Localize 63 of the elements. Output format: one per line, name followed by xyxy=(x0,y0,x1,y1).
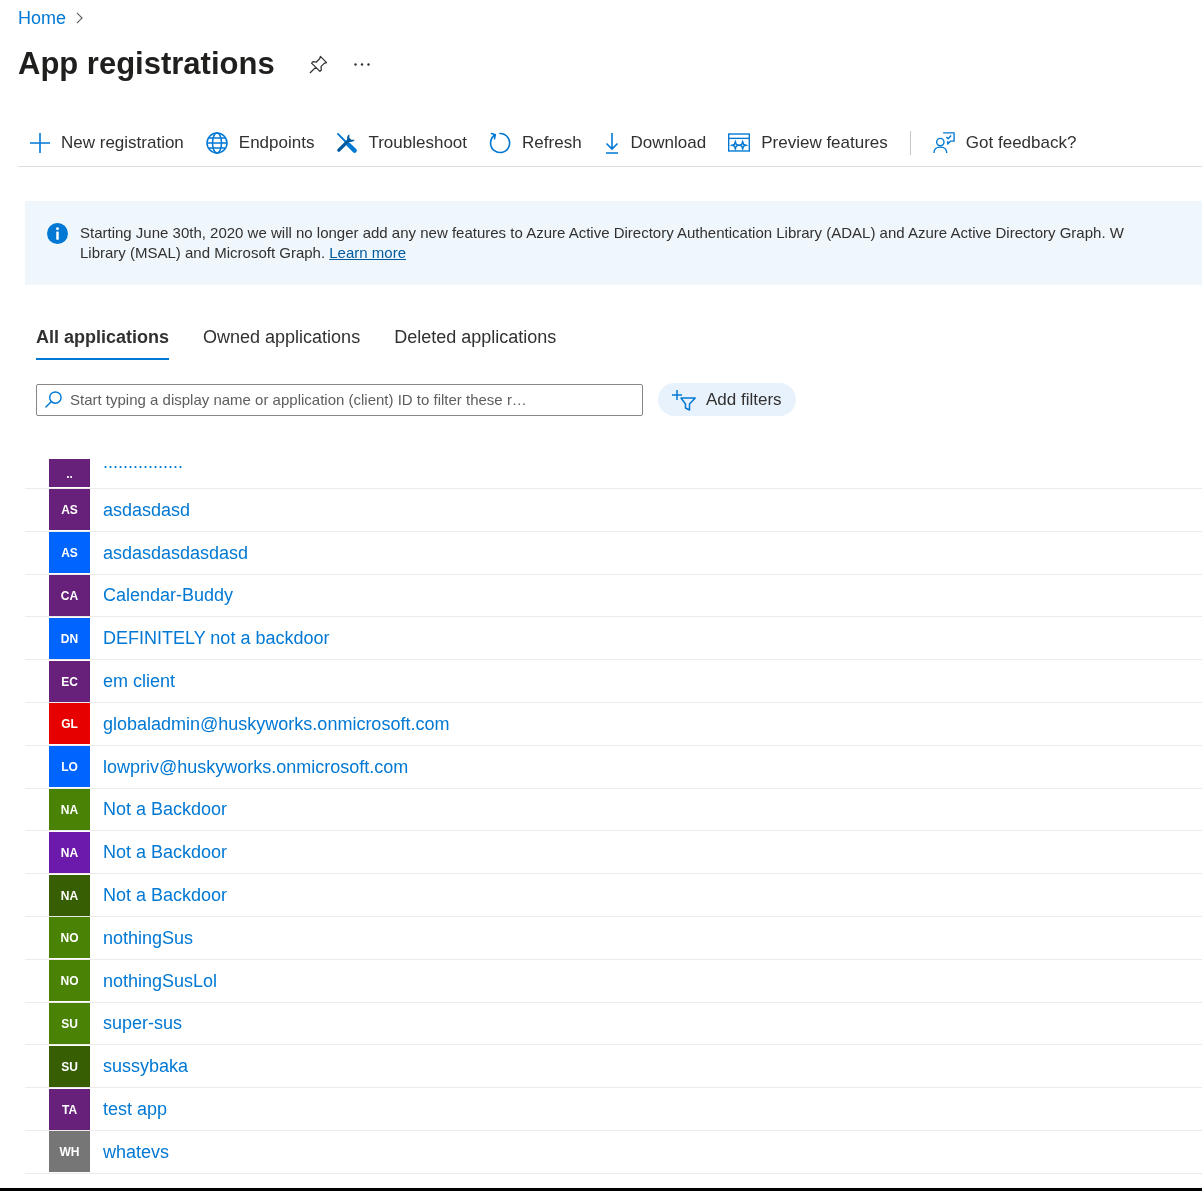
app-avatar: NO xyxy=(49,960,90,1002)
learn-more-link[interactable]: Learn more xyxy=(329,244,406,261)
troubleshoot-button[interactable]: Troubleshoot xyxy=(336,130,468,155)
page-title: App registrations xyxy=(18,45,275,83)
refresh-button[interactable]: Refresh xyxy=(489,130,582,155)
globe-icon xyxy=(205,131,228,154)
filter-plus-icon xyxy=(672,388,696,411)
app-avatar: NO xyxy=(49,917,90,959)
app-name-link[interactable]: nothingSusLol xyxy=(103,968,218,993)
breadcrumb-link[interactable]: Home xyxy=(18,7,66,29)
app-avatar: LO xyxy=(49,746,90,788)
person-chat-icon xyxy=(932,131,955,154)
app-name-link[interactable]: lowpriv@huskyworks.onmicrosoft.com xyxy=(103,754,409,779)
app-avatar: NA xyxy=(49,831,90,873)
app-name-link[interactable]: whatevs xyxy=(103,1139,170,1164)
app-avatar: EC xyxy=(49,660,90,702)
app-name-link[interactable]: globaladmin@huskyworks.onmicrosoft.com xyxy=(103,711,450,736)
app-avatar: AS xyxy=(49,489,90,531)
search-icon xyxy=(45,390,62,408)
app-avatar: .. xyxy=(49,459,90,487)
app-name-link[interactable]: Not a Backdoor xyxy=(103,797,228,822)
app-avatar: SU xyxy=(49,1002,90,1044)
search-field[interactable]: Start typing a display name or application (client) ID to filter these r… xyxy=(36,383,643,416)
app-name-link[interactable]: Not a Backdoor xyxy=(103,883,228,908)
app-avatar: SU xyxy=(49,1045,90,1087)
endpoints-button[interactable]: Endpoints xyxy=(205,130,315,155)
preview-features-button[interactable]: Preview features xyxy=(728,130,888,155)
app-avatar: CA xyxy=(49,575,90,616)
app-name-link[interactable]: nothingSus xyxy=(103,925,194,950)
download-button[interactable]: Download xyxy=(603,130,707,155)
app-avatar: NA xyxy=(49,788,90,830)
tab[interactable]: Owned applications xyxy=(203,315,361,360)
more-icon[interactable] xyxy=(353,62,370,66)
chevron-right-icon xyxy=(76,12,83,24)
add-filters-button[interactable]: Add filters xyxy=(658,383,796,416)
app-name-link[interactable]: super-sus xyxy=(103,1011,183,1036)
window-sparkle-icon xyxy=(728,133,751,152)
app-name-link[interactable]: DEFINITELY not a backdoor xyxy=(103,626,330,651)
app-avatar: NA xyxy=(49,874,90,916)
download-icon xyxy=(603,131,620,154)
app-avatar: WH xyxy=(49,1131,90,1173)
tab[interactable]: All applications xyxy=(36,315,170,360)
app-name-link[interactable]: em client xyxy=(103,669,176,694)
tools-icon xyxy=(336,132,358,153)
app-avatar: DN xyxy=(49,617,90,659)
app-name-link[interactable]: test app xyxy=(103,1097,168,1122)
app-avatar: AS xyxy=(49,532,90,574)
tab[interactable]: Deleted applications xyxy=(394,315,557,360)
new-registration-button[interactable]: New registration xyxy=(30,130,184,155)
app-name-link[interactable]: sussybaka xyxy=(103,1054,189,1079)
app-name-link[interactable]: Calendar-Buddy xyxy=(103,583,234,608)
banner-message: Starting June 30th, 2020 we will no longer add any new features to Azure Active Directory Authentication Library (ADAL) and Azure Active Directory Graph. W Library (MSAL) and Microsoft Graph. Learn more xyxy=(80,223,1124,263)
app-name-link[interactable]: asdasdasdasdasd xyxy=(103,540,249,565)
app-avatar: TA xyxy=(49,1088,90,1130)
plus-icon xyxy=(30,132,50,153)
pin-icon[interactable] xyxy=(308,54,328,74)
feedback-button[interactable]: Got feedback? xyxy=(932,130,1077,155)
app-name-link[interactable]: ................ xyxy=(103,450,183,474)
app-avatar: GL xyxy=(49,703,90,745)
info-icon xyxy=(47,223,68,244)
refresh-icon xyxy=(489,131,512,154)
app-name-link[interactable]: Not a Backdoor xyxy=(103,840,228,865)
app-name-link[interactable]: asdasdasd xyxy=(103,497,191,522)
